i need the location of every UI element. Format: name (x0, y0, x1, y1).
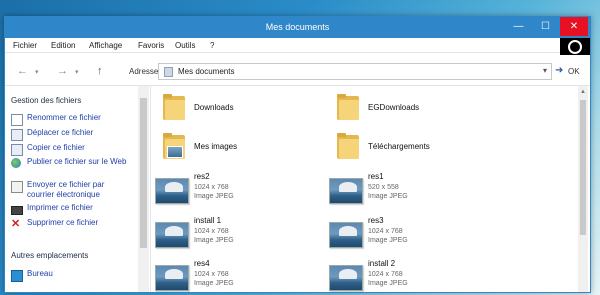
list-item[interactable]: EGDownloads (337, 94, 487, 124)
list-item[interactable]: Downloads (163, 94, 313, 124)
image-thumbnail (329, 222, 363, 248)
item-name: res1 (368, 172, 384, 181)
image-thumbnail (329, 265, 363, 291)
address-value: Mes documents (178, 67, 235, 76)
item-type: Image JPEG (368, 193, 408, 200)
go-button[interactable]: OK (568, 67, 580, 76)
rename-icon (11, 114, 23, 126)
menu-outils[interactable]: Outils (175, 41, 195, 50)
navigation-bar: ← ▾ → ▾ ↑ Adresse Mes documents ▾ ➜ OK (5, 57, 590, 86)
task-print-label: Imprimer ce fichier (27, 203, 93, 212)
menu-affichage[interactable]: Affichage (89, 41, 122, 50)
menu-fichier[interactable]: Fichier (13, 41, 37, 50)
task-copy-label: Copier ce fichier (27, 143, 85, 152)
item-dimensions: 1024 x 768 (368, 228, 403, 235)
folder-icon (163, 94, 185, 120)
window-title: Mes documents (265, 22, 330, 32)
minimize-button[interactable]: — (505, 17, 532, 36)
list-item[interactable]: Téléchargements (337, 133, 487, 163)
image-thumbnail (329, 178, 363, 204)
menu-bar: Fichier Edition Affichage Favoris Outils… (5, 38, 590, 53)
address-field[interactable]: Mes documents ▾ (158, 63, 552, 80)
item-name: Downloads (194, 103, 234, 112)
item-name: Mes images (194, 142, 238, 151)
item-dimensions: 1024 x 768 (194, 184, 229, 191)
documents-folder-icon (164, 67, 173, 77)
item-type: Image JPEG (194, 280, 234, 287)
image-thumbnail (155, 265, 189, 291)
folder-icon (337, 94, 359, 120)
explorer-window: Mes documents — ☐ ✕ Fichier Edition Affi… (4, 16, 591, 293)
delete-icon: ✕ (11, 218, 21, 230)
list-item[interactable]: res4 1024 x 768 Image JPEG (155, 257, 315, 292)
item-type: Image JPEG (368, 237, 408, 244)
file-list: Downloads EGDownloads Mes images Télécha… (151, 86, 590, 292)
item-name: Téléchargements (368, 142, 430, 151)
address-label: Adresse (129, 67, 159, 76)
item-dimensions: 1024 x 768 (194, 271, 229, 278)
place-desktop-label: Bureau (27, 269, 53, 278)
item-dimensions: 520 x 558 (368, 184, 399, 191)
item-name: res4 (194, 259, 210, 268)
list-item[interactable]: install 1 1024 x 768 Image JPEG (155, 214, 315, 250)
list-item[interactable]: Mes images (163, 133, 313, 163)
item-type: Image JPEG (368, 280, 408, 287)
back-arrow-icon[interactable]: ← (17, 65, 28, 77)
file-tasks-heading[interactable]: Gestion des fichiers (11, 96, 81, 105)
email-icon (11, 181, 23, 193)
address-dropdown-icon[interactable]: ▾ (543, 66, 547, 75)
task-publish-label: Publier ce fichier sur le Web (27, 157, 127, 166)
up-arrow-icon[interactable]: ↑ (97, 65, 103, 77)
forward-arrow-icon[interactable]: → (57, 65, 68, 77)
item-type: Image JPEG (194, 193, 234, 200)
title-bar[interactable]: Mes documents — ☐ ✕ (5, 17, 590, 38)
file-list-scrollbar[interactable]: ▲ (578, 86, 588, 292)
other-places-heading[interactable]: Autres emplacements (11, 251, 88, 260)
scroll-up-icon[interactable]: ▲ (580, 89, 586, 95)
forward-dropdown-icon[interactable]: ▾ (75, 68, 79, 76)
move-icon (11, 129, 23, 141)
menu-edition[interactable]: Edition (51, 41, 75, 50)
desktop-icon (11, 270, 23, 282)
item-name: install 1 (194, 216, 222, 225)
list-item[interactable]: res2 1024 x 768 Image JPEG (155, 170, 315, 206)
item-dimensions: 1024 x 768 (194, 228, 229, 235)
image-thumbnail (155, 178, 189, 204)
item-name: res2 (194, 172, 210, 181)
globe-icon (11, 158, 21, 168)
menu-favoris[interactable]: Favoris (138, 41, 164, 50)
item-type: Image JPEG (194, 237, 234, 244)
task-delete-label: Supprimer ce fichier (27, 218, 99, 227)
folder-icon (337, 133, 359, 159)
task-rename-label: Renommer ce fichier (27, 113, 101, 122)
pictures-folder-icon (163, 133, 185, 159)
copy-icon (11, 144, 23, 156)
task-pane-scrollbar[interactable] (138, 86, 149, 292)
item-name: res3 (368, 216, 384, 225)
menu-help[interactable]: ? (210, 41, 214, 50)
throbber-icon (560, 38, 590, 55)
list-item[interactable]: install 2 1024 x 768 Image JPEG (329, 257, 489, 292)
printer-icon (11, 206, 23, 215)
back-dropdown-icon[interactable]: ▾ (35, 68, 39, 76)
scrollbar-thumb[interactable] (580, 100, 586, 235)
close-button[interactable]: ✕ (560, 17, 588, 36)
image-thumbnail (155, 222, 189, 248)
item-dimensions: 1024 x 768 (368, 271, 403, 278)
task-email-label: Envoyer ce fichier par courrier électron… (27, 180, 105, 199)
item-name: EGDownloads (368, 103, 420, 112)
item-name: install 2 (368, 259, 396, 268)
list-item[interactable]: res3 1024 x 768 Image JPEG (329, 214, 489, 250)
list-item[interactable]: res1 520 x 558 Image JPEG (329, 170, 489, 206)
go-arrow-icon[interactable]: ➜ (555, 65, 563, 76)
maximize-button[interactable]: ☐ (532, 17, 559, 36)
task-pane: Gestion des fichiers Renommer ce fichier… (5, 86, 151, 292)
task-move-label: Déplacer ce fichier (27, 128, 94, 137)
